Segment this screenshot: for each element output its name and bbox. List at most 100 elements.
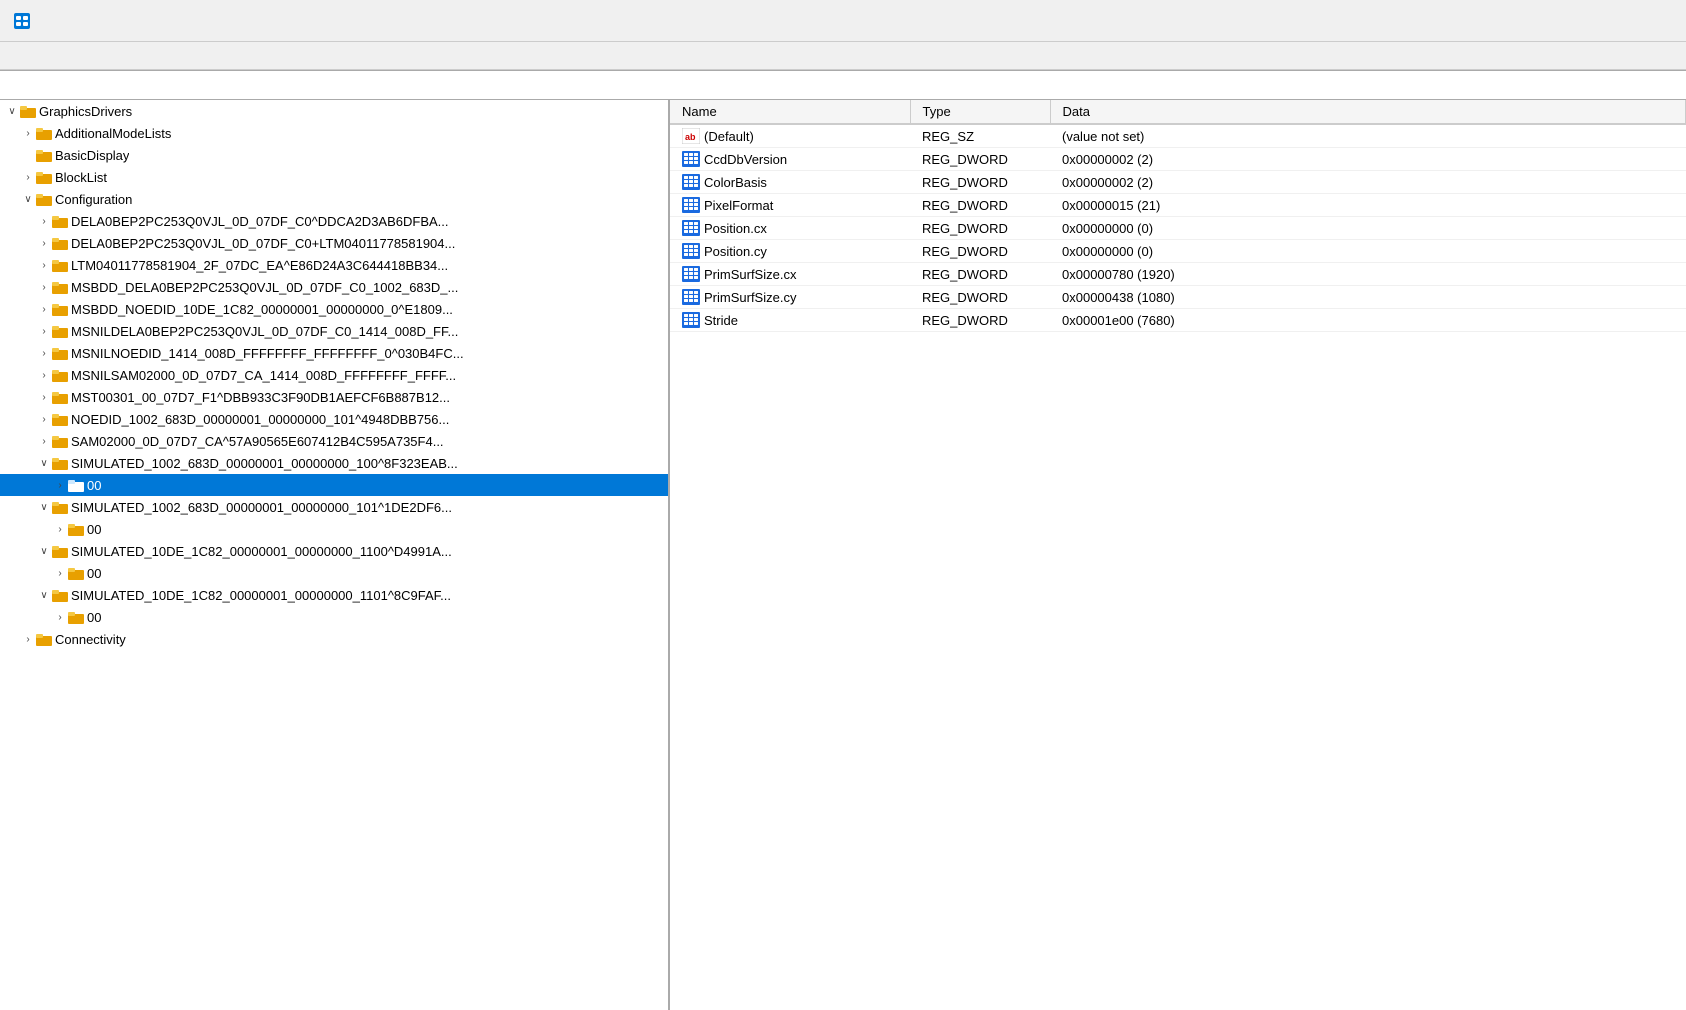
value-row-5[interactable]: Position.cyREG_DWORD0x00000000 (0) bbox=[670, 240, 1686, 263]
tree-label-dela0bep1: DELA0BEP2PC253Q0VJL_0D_07DF_C0^DDCA2D3AB… bbox=[71, 214, 449, 229]
tree-node-sim1_00[interactable]: › 00 bbox=[0, 474, 668, 496]
value-row-1[interactable]: CcdDbVersionREG_DWORD0x00000002 (2) bbox=[670, 148, 1686, 171]
expand-btn-msbdd_dela[interactable]: › bbox=[36, 279, 52, 295]
tree-node-sam02000[interactable]: › SAM02000_0D_07D7_CA^57A90565E607412B4C5… bbox=[0, 430, 668, 452]
expand-btn-simulated4[interactable]: ∨ bbox=[36, 587, 52, 603]
folder-icon-basicdisplay bbox=[36, 148, 52, 162]
tree-node-additionalmodelists[interactable]: ›AdditionalModeLists bbox=[0, 122, 668, 144]
expand-btn-simulated1[interactable]: ∨ bbox=[36, 455, 52, 471]
tree-node-msnildela[interactable]: ›MSNILDELA0BEP2PC253Q0VJL_0D_07DF_C0_141… bbox=[0, 320, 668, 342]
expand-btn-dela0bep1[interactable]: › bbox=[36, 213, 52, 229]
tree-label-msnilsam: MSNILSAM02000_0D_07D7_CA_1414_008D_FFFFF… bbox=[71, 368, 456, 383]
value-row-0[interactable]: ab(Default)REG_SZ(value not set) bbox=[670, 124, 1686, 148]
col-header-name[interactable]: Name bbox=[670, 100, 910, 124]
expand-btn-mst00301[interactable]: › bbox=[36, 389, 52, 405]
tree-nodes: ∨GraphicsDrivers›AdditionalModeListsBasi… bbox=[0, 100, 668, 650]
folder-icon-msnilsam bbox=[52, 368, 68, 382]
tree-node-ltm04011[interactable]: ›LTM04011778581904_2F_07DC_EA^E86D24A3C6… bbox=[0, 254, 668, 276]
tree-label-sim1_00: 00 bbox=[87, 478, 101, 493]
tree-node-configuration[interactable]: ∨Configuration bbox=[0, 188, 668, 210]
tree-label-mst00301: MST00301_00_07D7_F1^DBB933C3F90DB1AEFCF6… bbox=[71, 390, 450, 405]
values-panel[interactable]: Name Type Data ab(Default)REG_SZ(value n… bbox=[670, 100, 1686, 1010]
values-header-row: Name Type Data bbox=[670, 100, 1686, 124]
value-row-2[interactable]: ColorBasisREG_DWORD0x00000002 (2) bbox=[670, 171, 1686, 194]
value-type-7: REG_DWORD bbox=[910, 286, 1050, 309]
value-name-text-7: PrimSurfSize.cy bbox=[704, 290, 796, 305]
value-data-1: 0x00000002 (2) bbox=[1050, 148, 1686, 171]
tree-node-basicdisplay[interactable]: BasicDisplay bbox=[0, 144, 668, 166]
expand-btn-sim3_00[interactable]: › bbox=[52, 565, 68, 581]
tree-label-msbdd_dela: MSBDD_DELA0BEP2PC253Q0VJL_0D_07DF_C0_100… bbox=[71, 280, 458, 295]
expand-btn-sim2_00[interactable]: › bbox=[52, 521, 68, 537]
value-data-8: 0x00001e00 (7680) bbox=[1050, 309, 1686, 332]
tree-node-connectivity[interactable]: ›Connectivity bbox=[0, 628, 668, 650]
tree-node-simulated3[interactable]: ∨SIMULATED_10DE_1C82_00000001_00000000_1… bbox=[0, 540, 668, 562]
title-bar bbox=[0, 0, 1686, 42]
expand-btn-dela0bep2[interactable]: › bbox=[36, 235, 52, 251]
menu-help[interactable] bbox=[94, 54, 114, 58]
values-body: ab(Default)REG_SZ(value not set)CcdDbVer… bbox=[670, 124, 1686, 332]
menu-file[interactable] bbox=[6, 54, 26, 58]
value-name-text-0: (Default) bbox=[704, 129, 754, 144]
tree-node-msnilnoedid[interactable]: ›MSNILNOEDID_1414_008D_FFFFFFFF_FFFFFFFF… bbox=[0, 342, 668, 364]
tree-node-simulated4[interactable]: ∨SIMULATED_10DE_1C82_00000001_00000000_1… bbox=[0, 584, 668, 606]
value-type-3: REG_DWORD bbox=[910, 194, 1050, 217]
expand-btn-additionalmodelists[interactable]: › bbox=[20, 125, 36, 141]
expand-btn-msnilsam[interactable]: › bbox=[36, 367, 52, 383]
expand-btn-msbdd_noedid[interactable]: › bbox=[36, 301, 52, 317]
value-name-7: PrimSurfSize.cy bbox=[670, 286, 910, 309]
value-row-6[interactable]: PrimSurfSize.cxREG_DWORD0x00000780 (1920… bbox=[670, 263, 1686, 286]
folder-icon-blocklist bbox=[36, 170, 52, 184]
expand-btn-simulated2[interactable]: ∨ bbox=[36, 499, 52, 515]
tree-node-blocklist[interactable]: ›BlockList bbox=[0, 166, 668, 188]
tree-node-msbdd_noedid[interactable]: ›MSBDD_NOEDID_10DE_1C82_00000001_0000000… bbox=[0, 298, 668, 320]
expand-btn-simulated3[interactable]: ∨ bbox=[36, 543, 52, 559]
value-row-3[interactable]: PixelFormatREG_DWORD0x00000015 (21) bbox=[670, 194, 1686, 217]
dword-icon-1 bbox=[682, 151, 700, 167]
expand-btn-ltm04011[interactable]: › bbox=[36, 257, 52, 273]
menu-view[interactable] bbox=[50, 54, 70, 58]
value-row-7[interactable]: PrimSurfSize.cyREG_DWORD0x00000438 (1080… bbox=[670, 286, 1686, 309]
value-row-4[interactable]: Position.cxREG_DWORD0x00000000 (0) bbox=[670, 217, 1686, 240]
tree-node-dela0bep1[interactable]: › DELA0BEP2PC253Q0VJL_0D_07DF_C0^DDCA2D3A… bbox=[0, 210, 668, 232]
menu-edit[interactable] bbox=[28, 54, 48, 58]
value-name-2: ColorBasis bbox=[670, 171, 910, 194]
expand-btn-msnildela[interactable]: › bbox=[36, 323, 52, 339]
dword-icon-6 bbox=[682, 266, 700, 282]
tree-node-mst00301[interactable]: › MST00301_00_07D7_F1^DBB933C3F90DB1AEFCF… bbox=[0, 386, 668, 408]
expand-btn-sim1_00[interactable]: › bbox=[52, 477, 68, 493]
tree-node-noedid[interactable]: ›NOEDID_1002_683D_00000001_00000000_101^… bbox=[0, 408, 668, 430]
tree-node-simulated2[interactable]: ∨SIMULATED_1002_683D_00000001_00000000_1… bbox=[0, 496, 668, 518]
tree-node-graphicsdrivers[interactable]: ∨GraphicsDrivers bbox=[0, 100, 668, 122]
folder-icon-simulated4 bbox=[52, 588, 68, 602]
tree-label-dela0bep2: DELA0BEP2PC253Q0VJL_0D_07DF_C0+LTM040117… bbox=[71, 236, 455, 251]
value-data-6: 0x00000780 (1920) bbox=[1050, 263, 1686, 286]
col-header-data[interactable]: Data bbox=[1050, 100, 1686, 124]
tree-node-sim3_00[interactable]: ›00 bbox=[0, 562, 668, 584]
tree-node-msbdd_dela[interactable]: › MSBDD_DELA0BEP2PC253Q0VJL_0D_07DF_C0_10… bbox=[0, 276, 668, 298]
tree-node-dela0bep2[interactable]: › DELA0BEP2PC253Q0VJL_0D_07DF_C0+LTM04011… bbox=[0, 232, 668, 254]
expand-btn-sim4_00[interactable]: › bbox=[52, 609, 68, 625]
expand-btn-noedid[interactable]: › bbox=[36, 411, 52, 427]
value-row-8[interactable]: StrideREG_DWORD0x00001e00 (7680) bbox=[670, 309, 1686, 332]
col-header-type[interactable]: Type bbox=[910, 100, 1050, 124]
expand-btn-sam02000[interactable]: › bbox=[36, 433, 52, 449]
menu-favorites[interactable] bbox=[72, 54, 92, 58]
expand-btn-blocklist[interactable]: › bbox=[20, 169, 36, 185]
registry-editor-icon bbox=[12, 11, 32, 31]
tree-node-sim4_00[interactable]: ›00 bbox=[0, 606, 668, 628]
value-type-0: REG_SZ bbox=[910, 124, 1050, 148]
tree-label-sam02000: SAM02000_0D_07D7_CA^57A90565E607412B4C59… bbox=[71, 434, 444, 449]
expand-btn-msnilnoedid[interactable]: › bbox=[36, 345, 52, 361]
expand-btn-basicdisplay[interactable] bbox=[20, 147, 36, 163]
value-name-5: Position.cy bbox=[670, 240, 910, 263]
expand-btn-configuration[interactable]: ∨ bbox=[20, 191, 36, 207]
expand-btn-graphicsdrivers[interactable]: ∨ bbox=[4, 103, 20, 119]
tree-node-simulated1[interactable]: ∨SIMULATED_1002_683D_00000001_00000000_1… bbox=[0, 452, 668, 474]
value-data-5: 0x00000000 (0) bbox=[1050, 240, 1686, 263]
expand-btn-connectivity[interactable]: › bbox=[20, 631, 36, 647]
folder-icon-msnilnoedid bbox=[52, 346, 68, 360]
tree-panel[interactable]: ∨GraphicsDrivers›AdditionalModeListsBasi… bbox=[0, 100, 670, 1010]
tree-node-msnilsam[interactable]: › MSNILSAM02000_0D_07D7_CA_1414_008D_FFFF… bbox=[0, 364, 668, 386]
tree-node-sim2_00[interactable]: ›00 bbox=[0, 518, 668, 540]
